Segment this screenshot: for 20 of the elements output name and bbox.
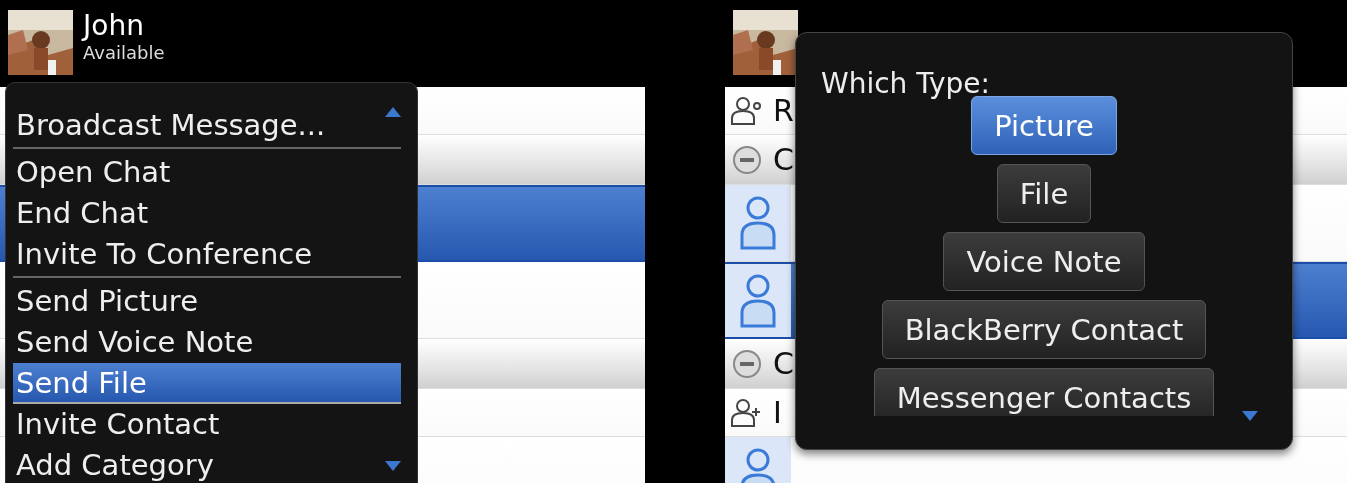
menu-item[interactable]: Send Picture <box>13 281 401 322</box>
menu-item[interactable]: Open Chat <box>13 152 401 193</box>
row-label: R <box>773 93 794 128</box>
option-button[interactable]: Picture <box>971 96 1117 155</box>
row-label: I <box>773 395 782 430</box>
menu-item[interactable]: Invite Contact <box>13 404 401 445</box>
menu-item[interactable]: Add Category <box>13 445 401 483</box>
status-text: Available <box>83 42 165 64</box>
menu-item[interactable]: End Chat <box>13 193 401 234</box>
menu-item[interactable]: Send Voice Note <box>13 322 401 363</box>
contact-name: John <box>83 10 145 42</box>
row-label: C <box>773 142 794 177</box>
option-button[interactable]: BlackBerry Contact <box>881 300 1207 359</box>
menu-item[interactable]: Invite To Conference <box>13 234 401 275</box>
option-button[interactable]: Voice Note <box>943 232 1145 291</box>
option-button[interactable]: Messenger Contacts <box>873 368 1215 416</box>
option-button[interactable]: File <box>996 164 1092 223</box>
row-label: C <box>773 346 794 381</box>
menu-item[interactable]: Broadcast Message... <box>13 105 401 146</box>
menu-item[interactable]: Send File <box>13 363 401 404</box>
